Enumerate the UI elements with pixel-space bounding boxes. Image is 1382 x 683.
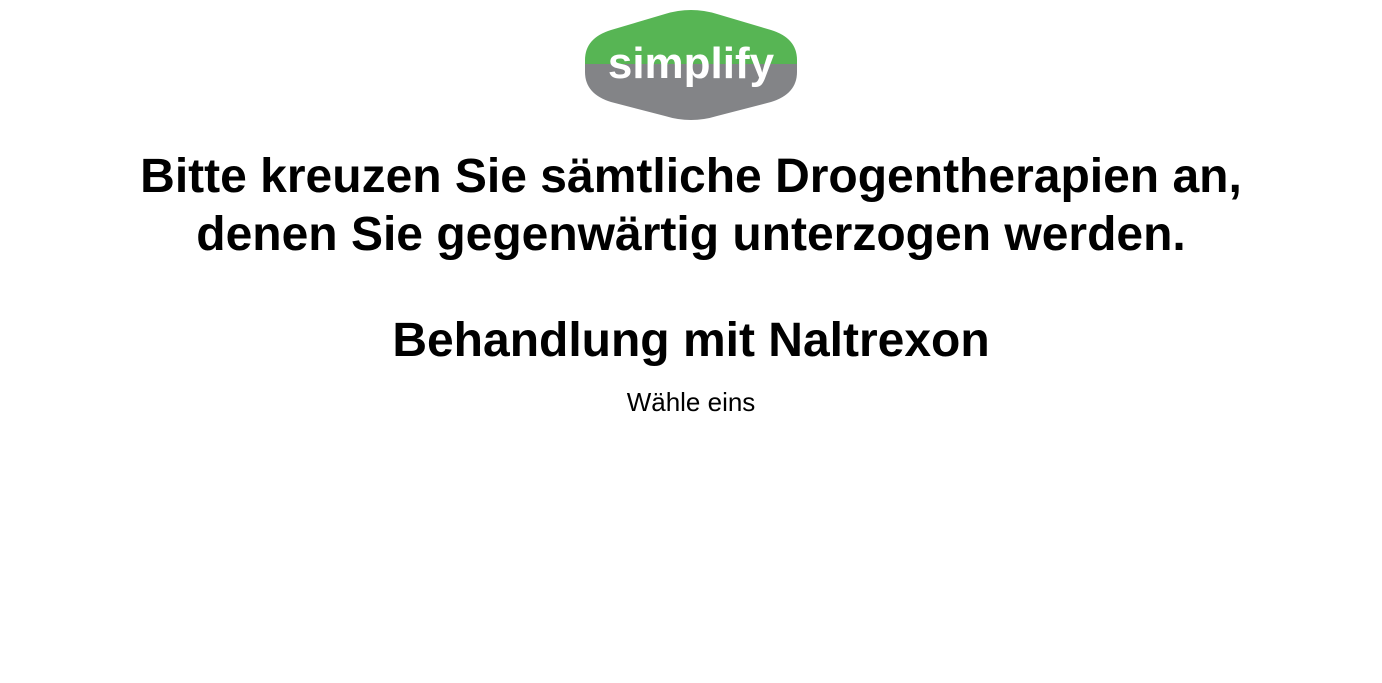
question-heading: Bitte kreuzen Sie sämtliche Drogentherap… [0, 148, 1382, 264]
option-title: Behandlung mit Naltrexon [392, 314, 990, 367]
logo-text: simplify [608, 39, 775, 88]
page: simplify Bitte kreuzen Sie sämtliche Dro… [0, 0, 1382, 683]
question-line-1: Bitte kreuzen Sie sämtliche Drogentherap… [140, 150, 1242, 203]
choose-one-instruction: Wähle eins [626, 387, 756, 417]
question-line-2: denen Sie gegenwärtig unterzogen werden. [196, 208, 1186, 261]
simplify-logo: simplify [583, 10, 799, 120]
